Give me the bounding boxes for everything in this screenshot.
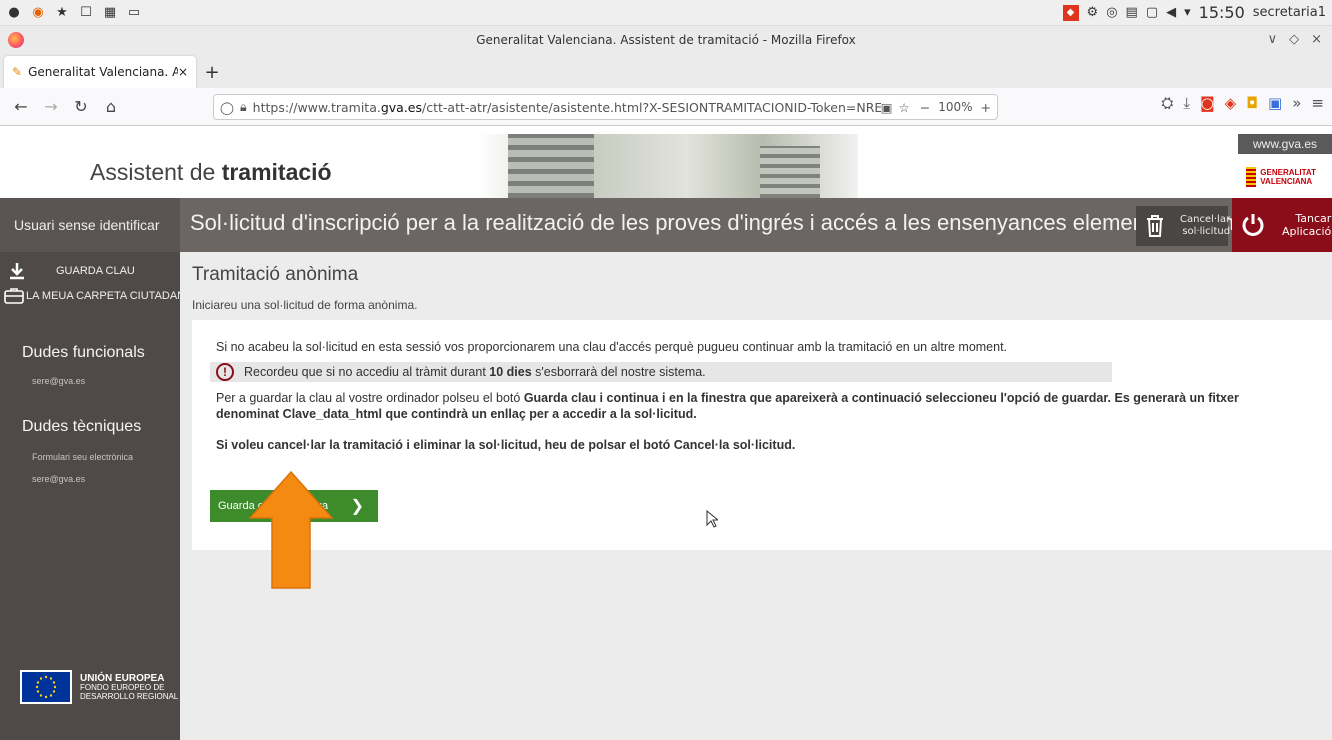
page-subtitle: Iniciareu una sol·licitud de forma anòni… (192, 298, 418, 312)
translate-icon[interactable]: ▣ (881, 100, 893, 115)
tab-close-icon[interactable]: × (178, 65, 188, 79)
tab-gva[interactable]: ✎ Generalitat Valenciana. Ass × (4, 56, 196, 88)
eu-logo: UNIÓN EUROPEA FONDO EUROPEO DE DESARROLLO … (20, 670, 178, 704)
window-titlebar: Generalitat Valenciana. Assistent de tra… (0, 26, 1332, 54)
addon2-icon[interactable]: ◘ (1246, 94, 1258, 112)
new-tab-button[interactable]: + (196, 56, 228, 88)
firefox-icon (8, 32, 24, 48)
home-icon[interactable]: ⌂ (98, 94, 124, 120)
cancel-instructions-text: Si voleu cancel·lar la tramitació i elim… (216, 438, 796, 452)
extensions-icon[interactable]: ⛭ (1161, 94, 1173, 112)
clipboard-icon[interactable]: ▤ (1126, 5, 1138, 20)
alert-icon: ! (216, 363, 234, 381)
chat-icon[interactable]: ▢ (1146, 5, 1158, 20)
page-title: Tramitació anònima (192, 264, 359, 285)
tab-favicon-icon: ✎ (12, 65, 23, 79)
cancel-request-button[interactable]: Cancel·lar sol·licitud (1136, 206, 1230, 246)
site-header: Assistent de tramitació www.gva.es GENER… (0, 126, 1332, 198)
user-name[interactable]: secretaria1 (1253, 5, 1326, 20)
reload-icon[interactable]: ↻ (68, 94, 94, 120)
info-panel: Si no acabeu la sol·licitud en esta sess… (192, 320, 1332, 550)
close-icon[interactable]: × (1311, 32, 1322, 47)
zoom-in-icon[interactable]: + (981, 100, 991, 115)
bookmark-star-icon[interactable]: ☆ (899, 100, 910, 115)
save-instructions-text: Per a guardar la clau al vostre ordinado… (216, 391, 1239, 421)
warning-box: ! Recordeu que si no accediu al tràmit d… (210, 362, 1112, 382)
printer-icon[interactable]: ▭ (126, 5, 142, 21)
window-icon[interactable]: ☐ (78, 5, 94, 21)
close-application-button[interactable]: Tancar Aplicació (1232, 198, 1332, 252)
technical-doubts-heading: Dudes tècniques (22, 418, 142, 435)
sidebar: GUARDA CLAU LA MEUA CARPETA CIUTADANA Du… (0, 252, 192, 740)
mouse-cursor-icon (706, 510, 718, 528)
maximize-icon[interactable]: ◇ (1289, 32, 1299, 47)
url-text[interactable]: https://www.tramita.gva.es/ctt-att-atr/a… (253, 100, 881, 115)
senyera-icon (1246, 167, 1257, 187)
navigation-bar: ← → ↻ ⌂ ◯ 🔒︎ https://www.tramita.gva.es/… (0, 88, 1332, 126)
tab-label: Generalitat Valenciana. Ass (28, 65, 178, 79)
url-bar[interactable]: ◯ 🔒︎ https://www.tramita.gva.es/ctt-att-… (213, 94, 998, 120)
briefcase-icon (4, 288, 24, 304)
chevron-down-icon[interactable]: ▾ (1184, 5, 1191, 20)
power-icon (1240, 212, 1266, 238)
download-icon[interactable]: ⤓ (1183, 94, 1190, 112)
technical-email-link[interactable]: sere@gva.es (32, 474, 85, 484)
translate-ext-icon[interactable]: ▣ (1268, 94, 1282, 112)
user-status: Usuari sense identificar (0, 198, 180, 252)
record-icon[interactable]: ◎ (1106, 5, 1117, 20)
forward-icon[interactable]: → (38, 94, 64, 120)
download-icon (8, 262, 26, 280)
chevron-right-icon: ❯ (350, 498, 364, 515)
functional-doubts-heading: Dudes funcionals (22, 344, 145, 361)
app-title: Assistent de tramitació (90, 159, 332, 185)
zoom-out-icon[interactable]: − (920, 100, 930, 115)
network-icon[interactable]: ⚙ (1087, 5, 1099, 20)
header-banner-image (478, 134, 858, 198)
gva-link[interactable]: www.gva.es (1238, 134, 1332, 154)
citizen-folder-link[interactable]: LA MEUA CARPETA CIUTADANA (4, 288, 192, 304)
os-top-bar: ● ◉ ★ ☐ ▦ ▭ ◆ ⚙ ◎ ▤ ▢ ◀ ▾ 15:50 secretar… (0, 0, 1332, 26)
lock-icon[interactable]: 🔒︎ (240, 99, 247, 115)
calculator-icon[interactable]: ▦ (102, 5, 118, 21)
overflow-icon[interactable]: » (1292, 94, 1301, 112)
zoom-level[interactable]: 100% (938, 100, 972, 114)
window-title: Generalitat Valenciana. Assistent de tra… (476, 33, 856, 47)
minimize-icon[interactable]: ∨ (1268, 32, 1278, 47)
orange-up-arrow-icon (248, 470, 334, 590)
star-icon[interactable]: ★ (54, 5, 70, 21)
firefox-launcher-icon[interactable]: ◉ (30, 5, 46, 21)
addon-icon[interactable]: ◈ (1225, 94, 1237, 112)
warning-text: Recordeu que si no accediu al tràmit dur… (244, 365, 706, 379)
shield-icon[interactable]: ◯ (220, 100, 234, 115)
volume-icon[interactable]: ◀ (1166, 5, 1176, 20)
menu-icon[interactable]: ≡ (1311, 94, 1324, 112)
web-page: Assistent de tramitació www.gva.es GENER… (0, 126, 1332, 740)
trash-icon (1144, 214, 1166, 238)
session-info-text: Si no acabeu la sol·licitud en esta sess… (216, 340, 1008, 354)
pocket-icon[interactable]: ◙ (1200, 94, 1215, 112)
back-icon[interactable]: ← (8, 94, 34, 120)
eu-flag-icon (20, 670, 72, 704)
functional-email-link[interactable]: sere@gva.es (32, 376, 85, 386)
clock: 15:50 (1198, 3, 1245, 22)
save-key-link[interactable]: GUARDA CLAU (8, 262, 135, 280)
tab-strip: ✎ Generalitat Valenciana. Ass × + (0, 54, 1332, 88)
main-content: Tramitació anònima Iniciareu una sol·lic… (180, 252, 1332, 740)
tray-icon[interactable]: ◆ (1062, 4, 1079, 21)
generalitat-logo[interactable]: GENERALITAT VALENCIANA (1246, 167, 1316, 187)
app-icon[interactable]: ● (6, 5, 22, 21)
electronic-form-link[interactable]: Formulari seu electrònica (32, 452, 133, 462)
